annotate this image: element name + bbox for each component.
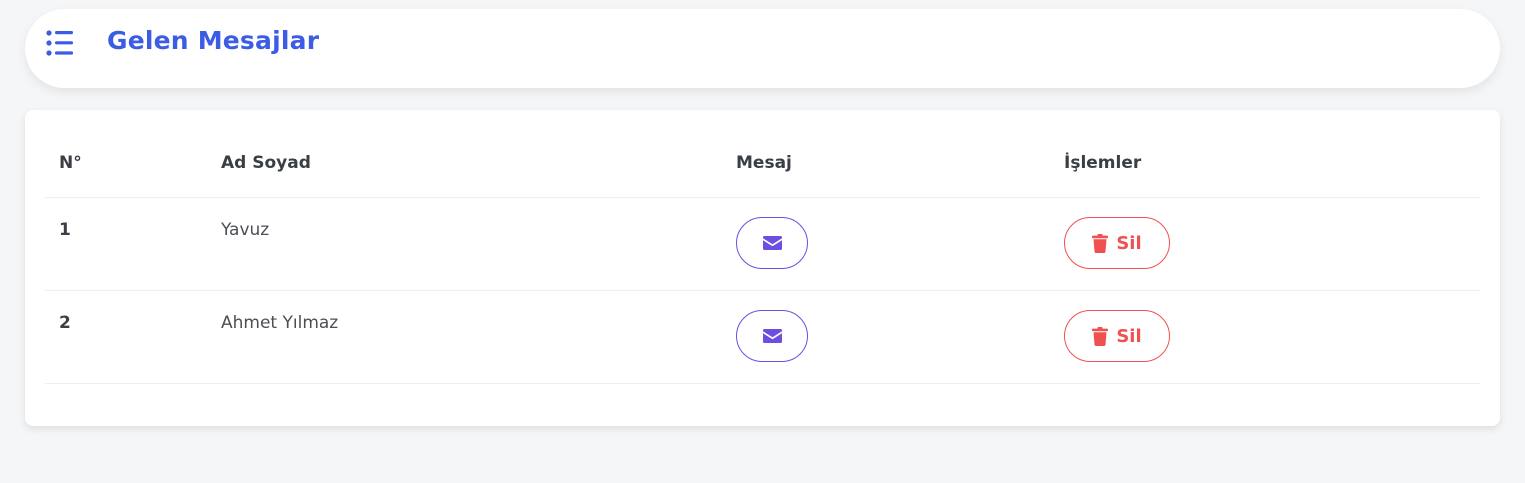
page-title: Gelen Mesajlar <box>107 26 320 55</box>
view-message-button[interactable] <box>736 310 808 362</box>
column-header-message: Mesaj <box>736 153 792 173</box>
messages-table: N° Ad Soyad Mesaj İşlemler 1 Yavuz Sil 2… <box>45 130 1480 384</box>
list-icon <box>46 30 73 56</box>
column-header-name: Ad Soyad <box>221 153 311 173</box>
delete-button-label: Sil <box>1116 232 1142 254</box>
row-name: Ahmet Yılmaz <box>221 313 339 333</box>
envelope-icon <box>762 329 782 343</box>
table-row: 1 Yavuz Sil <box>45 198 1480 291</box>
trash-icon <box>1092 233 1109 253</box>
row-name: Yavuz <box>221 220 270 240</box>
trash-icon <box>1092 326 1109 346</box>
delete-button[interactable]: Sil <box>1064 217 1170 269</box>
envelope-icon <box>762 236 782 250</box>
menu-toggle-button[interactable] <box>45 29 75 59</box>
messages-table-card: N° Ad Soyad Mesaj İşlemler 1 Yavuz Sil 2… <box>25 110 1500 426</box>
row-number: 2 <box>59 313 71 333</box>
row-number: 1 <box>59 220 71 240</box>
page-header: Gelen Mesajlar <box>25 9 1500 88</box>
delete-button[interactable]: Sil <box>1064 310 1170 362</box>
table-row: 2 Ahmet Yılmaz Sil <box>45 291 1480 384</box>
delete-button-label: Sil <box>1116 325 1142 347</box>
column-header-no: N° <box>59 153 82 173</box>
table-header-row: N° Ad Soyad Mesaj İşlemler <box>45 130 1480 198</box>
view-message-button[interactable] <box>736 217 808 269</box>
column-header-actions: İşlemler <box>1064 153 1142 173</box>
